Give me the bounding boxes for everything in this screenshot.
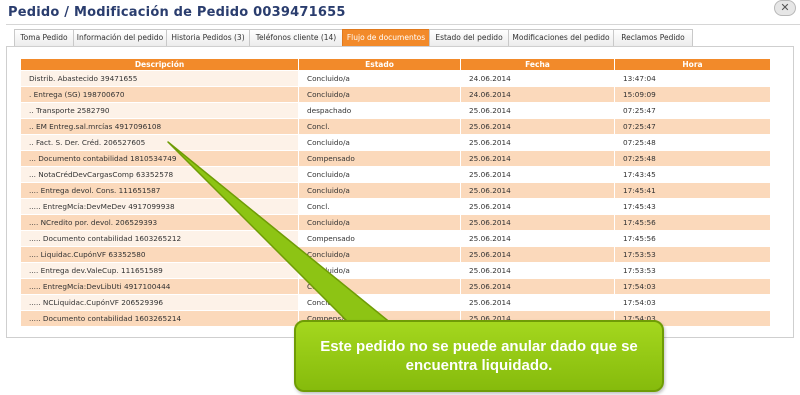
cell-fecha: 25.06.2014: [460, 118, 615, 135]
cell-hora: 13:47:04: [614, 70, 771, 87]
cell-hora: 17:53:53: [614, 246, 771, 263]
cell-estado: despachado: [298, 102, 461, 119]
cell-hora: 17:45:41: [614, 182, 771, 199]
cell-descripcion: ... Documento contabilidad 1810534749: [20, 150, 299, 167]
table-row[interactable]: ... NotaCrédDevCargasComp 63352578 Conclu…: [20, 166, 771, 183]
table-row[interactable]: .... Entrega dev.ValeCup. 111651589 Concl…: [20, 262, 771, 279]
table-row[interactable]: .... NCredito por. devol. 206529393 Concl…: [20, 214, 771, 231]
cell-fecha: 24.06.2014: [460, 70, 615, 87]
column-header-fecha[interactable]: Fecha: [460, 58, 615, 71]
title-divider: [6, 24, 800, 25]
cell-descripcion: ..... Documento contabilidad 1603265212: [20, 230, 299, 247]
cell-estado: Concluido/a: [298, 86, 461, 103]
table-row[interactable]: .... Entrega devol. Cons. 111651587 Concl…: [20, 182, 771, 199]
tab-reclamos-pedido[interactable]: Reclamos Pedido: [613, 29, 693, 46]
cell-fecha: 25.06.2014: [460, 166, 615, 183]
cell-estado: Concluido/a: [298, 294, 461, 311]
tab-toma-pedido[interactable]: Toma Pedido: [14, 29, 74, 46]
info-callout: Este pedido no se puede anular dado que …: [294, 320, 664, 392]
cell-estado: Concl.: [298, 278, 461, 295]
cell-estado: Concluido/a: [298, 134, 461, 151]
table-row[interactable]: ..... NCLiquidac.CupónVF 206529396 Conclu…: [20, 294, 771, 311]
cell-hora: 17:54:03: [614, 294, 771, 311]
cell-estado: Concluido/a: [298, 70, 461, 87]
cell-hora: 17:45:56: [614, 230, 771, 247]
cell-hora: 07:25:48: [614, 150, 771, 167]
tab-bar: Toma Pedido Información del pedido Histo…: [14, 29, 693, 46]
cell-hora: 17:53:53: [614, 262, 771, 279]
cell-descripcion: .... Liquidac.CupónVF 63352580: [20, 246, 299, 263]
cell-fecha: 25.06.2014: [460, 278, 615, 295]
cell-fecha: 25.06.2014: [460, 214, 615, 231]
table-row[interactable]: .. EM Entreg.sal.mrcías 4917096108 Concl.…: [20, 118, 771, 135]
tab-flujo-documentos[interactable]: Flujo de documentos: [342, 29, 430, 46]
cell-descripcion: .... Entrega devol. Cons. 111651587: [20, 182, 299, 199]
cell-descripcion: ..... EntregMcía:DevMeDev 4917099938: [20, 198, 299, 215]
cell-estado: Concl.: [298, 198, 461, 215]
cell-descripcion: .. Transporte 2582790: [20, 102, 299, 119]
cell-estado: Compensado: [298, 230, 461, 247]
cell-hora: 07:25:47: [614, 118, 771, 135]
cell-fecha: 25.06.2014: [460, 230, 615, 247]
table-row[interactable]: ..... EntregMcía:DevLibUti 4917100444 Con…: [20, 278, 771, 295]
cell-estado: Compensado: [298, 150, 461, 167]
table-row[interactable]: ..... EntregMcía:DevMeDev 4917099938 Conc…: [20, 198, 771, 215]
column-header-hora[interactable]: Hora: [614, 58, 771, 71]
cell-descripcion: ..... NCLiquidac.CupónVF 206529396: [20, 294, 299, 311]
cell-fecha: 25.06.2014: [460, 134, 615, 151]
tab-informacion-pedido[interactable]: Información del pedido: [73, 29, 167, 46]
cell-hora: 17:43:45: [614, 166, 771, 183]
tab-estado-pedido[interactable]: Estado del pedido: [429, 29, 509, 46]
tab-historia-pedidos[interactable]: Historia Pedidos (3): [166, 29, 250, 46]
page-title: Pedido / Modificación de Pedido 00394716…: [8, 5, 346, 20]
cell-estado: Concluido/a: [298, 262, 461, 279]
cell-descripcion: . Entrega (SG) 198700670: [20, 86, 299, 103]
table-row[interactable]: Distrib. Abastecido 39471655 Concluido/a 2…: [20, 70, 771, 87]
column-header-estado[interactable]: Estado: [298, 58, 461, 71]
table-row[interactable]: .. Fact. S. Der. Créd. 206527605 Concluid…: [20, 134, 771, 151]
cell-fecha: 25.06.2014: [460, 182, 615, 199]
cell-estado: Concluido/a: [298, 182, 461, 199]
cell-hora: 17:45:56: [614, 214, 771, 231]
cell-descripcion: ..... EntregMcía:DevLibUti 4917100444: [20, 278, 299, 295]
cell-fecha: 25.06.2014: [460, 246, 615, 263]
cell-fecha: 25.06.2014: [460, 198, 615, 215]
cell-estado: Concluido/a: [298, 166, 461, 183]
cell-fecha: 25.06.2014: [460, 294, 615, 311]
cell-descripcion: .. EM Entreg.sal.mrcías 4917096108: [20, 118, 299, 135]
cell-fecha: 25.06.2014: [460, 102, 615, 119]
cell-descripcion: ... NotaCrédDevCargasComp 63352578: [20, 166, 299, 183]
cell-fecha: 25.06.2014: [460, 150, 615, 167]
callout-message: Este pedido no se puede anular dado que …: [320, 338, 638, 374]
cell-descripcion: .... Entrega dev.ValeCup. 111651589: [20, 262, 299, 279]
cell-hora: 17:45:43: [614, 198, 771, 215]
table-row[interactable]: .. Transporte 2582790 despachado 25.06.201…: [20, 102, 771, 119]
table-row[interactable]: . Entrega (SG) 198700670 Concluido/a 24.06…: [20, 86, 771, 103]
cell-fecha: 24.06.2014: [460, 86, 615, 103]
cell-descripcion: .. Fact. S. Der. Créd. 206527605: [20, 134, 299, 151]
cell-hora: 17:54:03: [614, 278, 771, 295]
cell-estado: Concluido/a: [298, 246, 461, 263]
table-row[interactable]: .... Liquidac.CupónVF 63352580 Concluido/…: [20, 246, 771, 263]
table-header-row: Descripción Estado Fecha Hora: [20, 58, 771, 71]
cell-descripcion: ..... Documento contabilidad 1603265214: [20, 310, 299, 327]
cell-hora: 07:25:47: [614, 102, 771, 119]
cell-estado: Concl.: [298, 118, 461, 135]
cell-estado: Concluido/a: [298, 214, 461, 231]
cell-hora: 07:25:48: [614, 134, 771, 151]
table-row[interactable]: ... Documento contabilidad 1810534749 Com…: [20, 150, 771, 167]
cell-descripcion: .... NCredito por. devol. 206529393: [20, 214, 299, 231]
cell-hora: 15:09:09: [614, 86, 771, 103]
cell-fecha: 25.06.2014: [460, 262, 615, 279]
tab-modificaciones-pedido[interactable]: Modificaciones del pedido: [508, 29, 614, 46]
table-row[interactable]: ..... Documento contabilidad 1603265212 C…: [20, 230, 771, 247]
document-flow-table: Descripción Estado Fecha Hora Distrib. A…: [20, 58, 771, 327]
cell-descripcion: Distrib. Abastecido 39471655: [20, 70, 299, 87]
column-header-descripcion[interactable]: Descripción: [20, 58, 299, 71]
tab-telefonos-cliente[interactable]: Teléfonos cliente (14): [249, 29, 343, 46]
close-icon[interactable]: ✕: [774, 0, 796, 16]
